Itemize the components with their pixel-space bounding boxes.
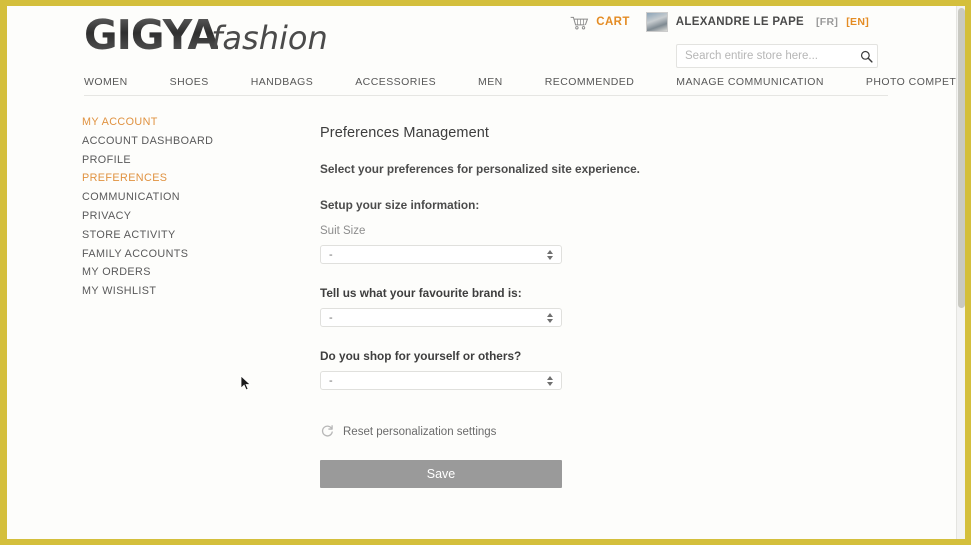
- sidebar-item-preferences[interactable]: PREFERENCES: [82, 169, 282, 188]
- lang-switch-fr[interactable]: [FR]: [816, 16, 838, 28]
- size-section-label: Setup your size information:: [320, 198, 480, 212]
- shop-for-select[interactable]: -: [320, 371, 562, 390]
- sidebar-item-my-account[interactable]: MY ACCOUNT: [82, 113, 282, 132]
- main-navigation: WOMEN SHOES HANDBAGS ACCESSORIES MEN REC…: [84, 68, 965, 96]
- suit-size-label: Suit Size: [320, 225, 366, 237]
- account-sidebar: MY ACCOUNT ACCOUNT DASHBOARD PROFILE PRE…: [82, 113, 282, 301]
- cart-label[interactable]: CART: [596, 16, 630, 28]
- suit-size-select[interactable]: -: [320, 245, 562, 264]
- sidebar-item-communication[interactable]: COMMUNICATION: [82, 188, 282, 207]
- nav-item-photo-competition[interactable]: PHOTO COMPETITION: [866, 76, 965, 88]
- sidebar-item-family-accounts[interactable]: FAMILY ACCOUNTS: [82, 245, 282, 264]
- page-lead-text: Select your preferences for personalized…: [320, 162, 640, 176]
- mouse-cursor: [240, 375, 252, 393]
- favourite-brand-question: Tell us what your favourite brand is:: [320, 286, 522, 300]
- sidebar-item-my-orders[interactable]: MY ORDERS: [82, 263, 282, 282]
- scrollbar-thumb[interactable]: [958, 8, 965, 308]
- save-button[interactable]: Save: [320, 460, 562, 488]
- search-box[interactable]: [676, 44, 878, 68]
- shop-for-question: Do you shop for yourself or others?: [320, 349, 522, 363]
- sidebar-item-profile[interactable]: PROFILE: [82, 151, 282, 170]
- nav-item-shoes[interactable]: SHOES: [170, 76, 209, 88]
- chevron-stepper-icon[interactable]: [542, 375, 561, 386]
- chevron-stepper-icon[interactable]: [542, 312, 561, 323]
- page-title: Preferences Management: [320, 125, 490, 141]
- sidebar-item-store-activity[interactable]: STORE ACTIVITY: [82, 226, 282, 245]
- sidebar-item-privacy[interactable]: PRIVACY: [82, 207, 282, 226]
- browser-gold-frame: GIGYAfashion CART ALEXANDRE LE PAPE [FR]: [0, 0, 971, 545]
- search-input[interactable]: [677, 45, 855, 67]
- favourite-brand-select[interactable]: -: [320, 308, 562, 327]
- user-name[interactable]: ALEXANDRE LE PAPE: [676, 16, 804, 28]
- chevron-stepper-icon[interactable]: [542, 249, 561, 260]
- site-logo[interactable]: GIGYAfashion: [84, 11, 328, 59]
- shop-for-value: -: [329, 374, 333, 387]
- reset-icon: [320, 424, 335, 439]
- cart-icon[interactable]: [570, 16, 589, 30]
- nav-item-handbags[interactable]: HANDBAGS: [251, 76, 314, 88]
- avatar[interactable]: [645, 12, 668, 32]
- header-utility-bar: CART ALEXANDRE LE PAPE [FR] [EN]: [570, 12, 877, 32]
- logo-tagline: fashion: [211, 19, 328, 57]
- lang-switch-en[interactable]: [EN]: [846, 16, 869, 28]
- nav-item-accessories[interactable]: ACCESSORIES: [355, 76, 436, 88]
- search-icon[interactable]: [855, 50, 877, 63]
- suit-size-value: -: [329, 248, 333, 261]
- nav-item-manage-communication[interactable]: MANAGE COMMUNICATION: [676, 76, 824, 88]
- reset-personalization-label: Reset personalization settings: [343, 425, 497, 438]
- sidebar-item-my-wishlist[interactable]: MY WISHLIST: [82, 282, 282, 301]
- logo-wordmark: GIGYA: [84, 11, 219, 59]
- vertical-scrollbar[interactable]: [956, 6, 965, 539]
- nav-item-men[interactable]: MEN: [478, 76, 503, 88]
- reset-personalization-link[interactable]: Reset personalization settings: [320, 424, 840, 439]
- page-content: MY ACCOUNT ACCOUNT DASHBOARD PROFILE PRE…: [7, 96, 965, 488]
- preferences-panel: Preferences Management Select your prefe…: [320, 125, 840, 488]
- site-header: GIGYAfashion CART ALEXANDRE LE PAPE [FR]: [7, 6, 965, 68]
- page-viewport: GIGYAfashion CART ALEXANDRE LE PAPE [FR]: [7, 6, 965, 539]
- nav-item-women[interactable]: WOMEN: [84, 76, 128, 88]
- nav-item-recommended[interactable]: RECOMMENDED: [545, 76, 635, 88]
- favourite-brand-value: -: [329, 311, 333, 324]
- sidebar-item-account-dashboard[interactable]: ACCOUNT DASHBOARD: [82, 132, 282, 151]
